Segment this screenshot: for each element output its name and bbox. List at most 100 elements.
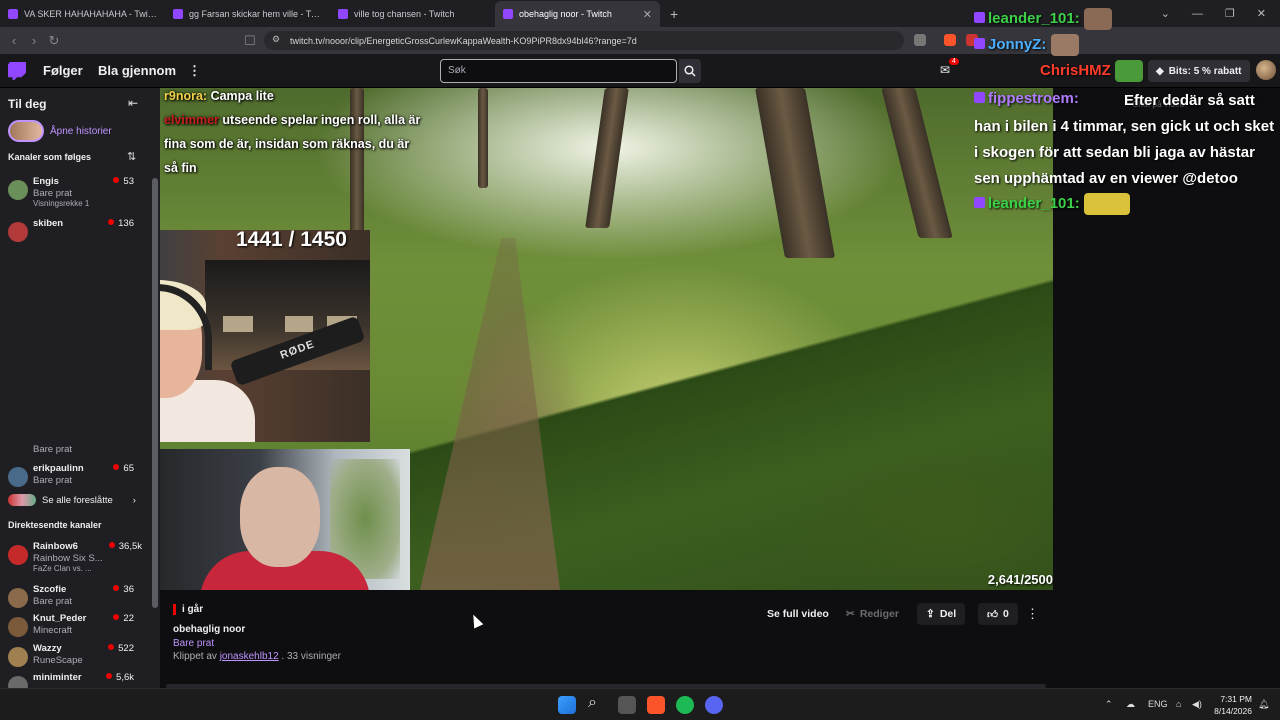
volume-icon[interactable]: ◀): [1192, 699, 1202, 710]
close-window-icon[interactable]: ✕: [1257, 7, 1266, 20]
avatar: [8, 647, 28, 667]
followed-channels-heading: Kanaler som følges: [8, 152, 92, 162]
browser-tab[interactable]: gg Farsan skickar hem ville - Twitch: [165, 1, 330, 27]
video-player[interactable]: r9nora: Campa lite elvimmer utseende spe…: [160, 88, 1053, 590]
system-clock[interactable]: 7:31 PM 8/14/2026: [1208, 693, 1252, 717]
pepe-emote-icon: [1115, 60, 1144, 82]
sidebar-channel[interactable]: skiben 136: [8, 218, 152, 248]
sub-badge-icon: [974, 11, 985, 23]
brave-browser-icon[interactable]: [647, 696, 665, 714]
watch-full-video-button[interactable]: Se full video: [758, 603, 838, 625]
overlay-chat-line: JonnyZ:: [974, 34, 1079, 56]
user-avatar[interactable]: [1256, 60, 1276, 80]
edit-button[interactable]: ✂ Rediger: [837, 603, 908, 625]
sidebar-channel[interactable]: Rainbow6 Rainbow Six S... FaZe Clan vs. …: [8, 541, 152, 573]
back-icon[interactable]: ‹: [4, 33, 24, 48]
overlay-chat-line: fina som de är, insidan som räknas, du ä…: [164, 137, 410, 151]
bookmark-icon[interactable]: ☐: [240, 33, 260, 49]
sidebar-channel[interactable]: Szcofie Bare prat 36: [8, 584, 152, 614]
avatar: [8, 545, 28, 565]
overlay-chat-line: leander_101:: [974, 8, 1112, 30]
collapse-sidebar-icon[interactable]: ⇤: [128, 96, 138, 110]
bits-icon: ◆: [1156, 65, 1164, 77]
maximize-icon[interactable]: ❐: [1225, 7, 1235, 20]
stories-link[interactable]: Åpne historier: [8, 120, 112, 142]
wifi-icon[interactable]: ⌂: [1176, 699, 1181, 709]
like-button[interactable]: 👍︎ 0: [978, 603, 1018, 625]
overlay-chat-line: elvimmer utseende spelar ingen roll, all…: [164, 113, 421, 127]
browser-tab[interactable]: VA SKER HAHAHAHAHA - Twitch: [0, 1, 165, 27]
minimize-icon[interactable]: —: [1192, 8, 1203, 20]
new-tab-button[interactable]: +: [660, 1, 688, 27]
reload-icon[interactable]: ↻: [44, 33, 64, 49]
browser-tab-active[interactable]: obehaglig noor - Twitch ✕: [495, 1, 660, 27]
sidebar-channel[interactable]: erikpaulinn Bare prat 65: [8, 463, 152, 493]
forward-icon[interactable]: ›: [24, 33, 44, 48]
guest-webcam: [160, 449, 410, 590]
forest-path: [420, 238, 560, 590]
brave-shield-icon[interactable]: [944, 34, 956, 46]
clip-category-link[interactable]: Bare prat: [173, 638, 214, 649]
sort-icon[interactable]: ⇅: [127, 150, 136, 163]
recommended-heading: Direktesendte kanaler: [8, 520, 102, 530]
twitch-favicon-icon: [8, 9, 18, 19]
overlay-chat-message: Efter dedär så satt han i bilen i 4 timm…: [974, 92, 1275, 187]
start-windows-icon[interactable]: [558, 696, 576, 714]
site-info-icon[interactable]: ⚙: [272, 34, 280, 45]
search-button[interactable]: [679, 59, 701, 83]
clip-date: i går: [173, 604, 203, 615]
nav-following[interactable]: Følger: [43, 63, 83, 78]
sidebar-channel[interactable]: Engis Bare prat Visningsrekke 1 53: [8, 176, 152, 208]
notification-bell-icon[interactable]: 🔔︎: [1258, 699, 1269, 710]
tree-trunk: [478, 88, 488, 188]
url-field[interactable]: ⚙ twitch.tv/nooor/clip/EnergeticGrossCur…: [264, 31, 904, 50]
story-avatar: [8, 120, 44, 142]
notification-badge: 4: [949, 58, 959, 65]
see-all-suggested-link[interactable]: Se alle foreslåtte ›: [8, 494, 136, 506]
twitch-favicon-icon: [338, 9, 348, 19]
nav-more-icon[interactable]: ⋮: [188, 63, 201, 79]
network-tray-icon[interactable]: ☁: [1126, 699, 1135, 710]
clip-title: obehaglig noor: [173, 624, 246, 635]
bits-button[interactable]: ◆ Bits: 5 % rabatt: [1148, 60, 1250, 82]
search-input[interactable]: Søk: [440, 59, 677, 83]
clip-info: i går obehaglig noor Bare prat Klippet a…: [160, 590, 1053, 688]
language-indicator[interactable]: ENG: [1148, 699, 1168, 709]
sidebar-channel[interactable]: Knut_Peder Minecraft 22: [8, 613, 152, 643]
twitch-favicon-icon: [503, 9, 513, 19]
twitch-logo-icon[interactable]: [8, 62, 26, 80]
translate-icon[interactable]: [914, 34, 926, 46]
clipper-link[interactable]: jonaskehlb12: [220, 651, 279, 662]
spotify-icon[interactable]: [676, 696, 694, 714]
share-button[interactable]: ⇪ Del: [917, 603, 966, 625]
sub-badge-icon: [974, 37, 985, 49]
counter-top: 1441 / 1450: [236, 228, 347, 251]
more-options-icon[interactable]: ⋮: [1026, 606, 1039, 622]
emote-icon: [1050, 34, 1079, 56]
sidebar: Til deg ⇤ Åpne historier Kanaler som føl…: [0, 88, 160, 720]
search-icon: [684, 65, 696, 77]
close-tab-icon[interactable]: ✕: [643, 8, 652, 21]
tree-trunk: [755, 88, 835, 258]
scissors-icon: ✂: [846, 608, 855, 620]
window-controls: ⌄ — ❐ ✕: [1161, 0, 1280, 27]
task-view-icon[interactable]: [618, 696, 636, 714]
browser-tab[interactable]: ville tog chansen - Twitch: [330, 1, 495, 27]
overlay-chat-line: så fin: [164, 161, 197, 175]
sidebar-channel[interactable]: Wazzy RuneScape 522: [8, 643, 152, 673]
inbox-icon[interactable]: ✉: [940, 63, 950, 77]
address-bar-row: ‹ › ↻ ☐ ⚙ twitch.tv/nooor/clip/Energetic…: [0, 27, 1280, 54]
nav-browse[interactable]: Bla gjennom: [98, 63, 176, 78]
sidebar-scrollbar[interactable]: [152, 178, 158, 608]
discord-icon[interactable]: [705, 696, 723, 714]
sidebar-heading: Til deg: [8, 97, 47, 111]
overlay-chat-line: ChrisHMZ: [1040, 60, 1144, 82]
search-taskbar-icon[interactable]: ⌕: [588, 694, 597, 712]
emote-icon: [1083, 8, 1112, 30]
tray-chevron-icon[interactable]: ⌃: [1105, 699, 1113, 710]
tab-search-icon[interactable]: ⌄: [1161, 7, 1170, 20]
emote-icon: [1083, 193, 1130, 215]
overlay-chat-line: r9nora: Campa lite: [164, 89, 274, 103]
suggested-avatars: [8, 494, 36, 506]
sub-badge-icon: [974, 196, 985, 208]
